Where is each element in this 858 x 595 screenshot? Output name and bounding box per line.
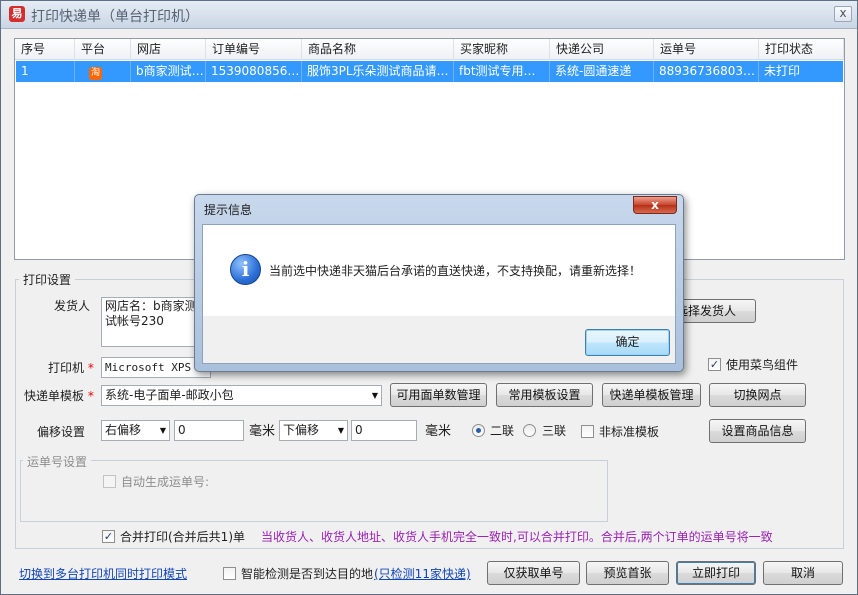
info-dialog: 提示信息 x i 当前选中快递非天猫后台承诺的直送快递，不支持换配，请重新选择！… <box>194 194 684 372</box>
product-info-button[interactable]: 设置商品信息 <box>709 419 806 443</box>
col-header-product[interactable]: 商品名称 <box>302 39 454 60</box>
col-header-shop[interactable]: 网店 <box>131 39 206 60</box>
col-header-status[interactable]: 打印状态 <box>759 39 844 60</box>
use-cainiao-label: 使用菜鸟组件 <box>726 358 799 372</box>
switch-outlet-button[interactable]: 切换网点 <box>709 383 806 407</box>
cell-order-no: 1539080856… <box>206 61 302 82</box>
grid-header: 序号 平台 网店 订单编号 商品名称 买家昵称 快递公司 运单号 打印状态 <box>15 39 844 60</box>
horizontal-offset-value: 右偏移 <box>105 423 142 437</box>
cell-courier: 系统-圆通速递 <box>550 61 654 82</box>
dialog-body: i 当前选中快递非天猫后台承诺的直送快递，不支持换配，请重新选择！ 确定 <box>202 224 676 364</box>
printer-label-text: 打印机 <box>48 361 85 375</box>
dialog-message-area: i 当前选中快递非天猫后台承诺的直送快递，不支持换配，请重新选择！ <box>203 225 675 316</box>
col-header-platform[interactable]: 平台 <box>75 39 131 60</box>
print-express-window: 易 打印快递单（单台打印机） x 序号 平台 网店 订单编号 商品名称 买家昵称… <box>0 0 858 595</box>
nonstandard-template-checkbox[interactable] <box>581 425 594 438</box>
vertical-offset-select[interactable]: 下偏移 ▼ <box>279 420 348 441</box>
print-now-button[interactable]: 立即打印 <box>676 561 756 585</box>
switch-multi-printer-link[interactable]: 切换到多台打印机同时打印模式 <box>19 566 187 582</box>
required-mark: * <box>87 361 94 375</box>
col-header-waybill[interactable]: 运单号 <box>654 39 759 60</box>
col-header-index[interactable]: 序号 <box>15 39 75 60</box>
common-template-button[interactable]: 常用模板设置 <box>496 383 593 407</box>
offset-label: 偏移设置 <box>37 425 86 439</box>
dialog-message: 当前选中快递非天猫后台承诺的直送快递，不支持换配，请重新选择！ <box>269 264 642 278</box>
chevron-down-icon: ▼ <box>371 391 378 400</box>
auto-waybill-checkbox[interactable] <box>103 475 116 488</box>
two-part-label: 二联 <box>490 424 515 438</box>
printer-label: 打印机 * <box>48 360 94 376</box>
unit-mm-label-2: 毫米 <box>425 424 452 439</box>
auto-waybill-label: 自动生成运单号: <box>121 475 210 489</box>
cell-buyer: fbt测试专用… <box>454 61 550 82</box>
dialog-ok-button[interactable]: 确定 <box>585 329 670 356</box>
cell-status: 未打印 <box>764 64 801 78</box>
merge-print-label: 合并打印(合并后共1)单 <box>120 530 245 544</box>
dialog-close-button[interactable]: x <box>633 196 677 214</box>
smart-check-link[interactable]: (只检测11家快递) <box>374 566 471 582</box>
preview-first-button[interactable]: 预览首张 <box>586 561 669 585</box>
waybill-settings-title: 运单号设置 <box>23 453 92 470</box>
merge-print-checkbox[interactable]: ✓ <box>102 530 115 543</box>
nonstandard-template-label: 非标准模板 <box>599 425 660 439</box>
cell-shop: b商家测试… <box>131 61 206 82</box>
col-header-order-no[interactable]: 订单编号 <box>206 39 302 60</box>
cancel-button[interactable]: 取消 <box>763 561 843 585</box>
dialog-title: 提示信息 <box>204 203 253 217</box>
merge-hint-text: 当收货人、收货人地址、收货人手机完全一致时,可以合并打印。合并后,两个订单的运单… <box>261 530 773 544</box>
template-label-text: 快递单模板 <box>24 389 85 403</box>
available-count-button[interactable]: 可用面单数管理 <box>390 383 487 407</box>
smart-check-label: 智能检测是否到达目的地 <box>241 567 374 581</box>
col-header-courier[interactable]: 快递公司 <box>550 39 654 60</box>
print-settings-title: 打印设置 <box>19 271 76 288</box>
window-close-button[interactable]: x <box>834 6 852 22</box>
use-cainiao-checkbox[interactable]: ✓ <box>708 358 721 371</box>
horizontal-offset-input[interactable]: 0 <box>174 420 244 441</box>
vertical-offset-value: 下偏移 <box>283 423 320 437</box>
template-label: 快递单模板 * <box>24 388 94 404</box>
info-icon: i <box>230 254 261 285</box>
taobao-icon: 淘 <box>89 67 102 80</box>
three-part-label: 三联 <box>542 424 567 438</box>
template-select[interactable]: 系统-电子面单-邮政小包 ▼ <box>101 385 382 406</box>
smart-check-checkbox[interactable] <box>223 567 236 580</box>
app-logo-icon: 易 <box>9 6 25 22</box>
required-mark: * <box>87 389 94 403</box>
unit-mm-label: 毫米 <box>249 424 276 439</box>
waybill-settings-group <box>20 460 608 522</box>
table-row[interactable]: 1 淘 b商家测试… 1539080856… 服饰3PL乐朵测试商品请… fbt… <box>16 61 843 82</box>
chevron-down-icon: ▼ <box>337 426 344 435</box>
fetch-waybill-only-button[interactable]: 仅获取单号 <box>487 561 580 585</box>
cell-platform: 淘 <box>75 61 131 82</box>
window-title: 打印快递单（单台打印机） <box>31 9 199 25</box>
chevron-down-icon: ▼ <box>159 426 166 435</box>
title-bar: 易 打印快递单（单台打印机） x <box>1 1 857 29</box>
three-part-radio[interactable] <box>523 424 536 437</box>
cell-index: 1 <box>16 61 75 82</box>
col-header-buyer[interactable]: 买家昵称 <box>454 39 550 60</box>
sender-label: 发货人 <box>54 299 91 313</box>
horizontal-offset-select[interactable]: 右偏移 ▼ <box>101 420 170 441</box>
two-part-radio[interactable] <box>472 424 485 437</box>
template-select-value: 系统-电子面单-邮政小包 <box>105 388 234 402</box>
cell-waybill: 889367368038… <box>654 61 759 82</box>
template-manage-button[interactable]: 快递单模板管理 <box>602 383 701 407</box>
cell-product: 服饰3PL乐朵测试商品请… <box>302 61 454 82</box>
vertical-offset-input[interactable]: 0 <box>351 420 417 441</box>
